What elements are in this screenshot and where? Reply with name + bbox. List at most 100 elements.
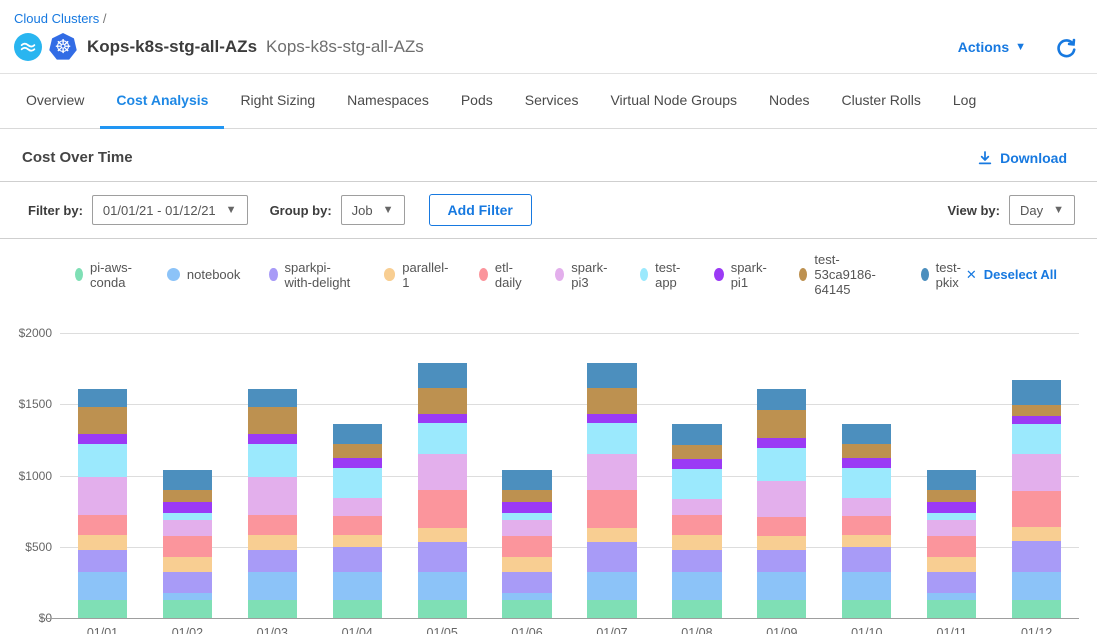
- bar-segment-sparkpi-with-delight[interactable]: [418, 542, 467, 572]
- bar-segment-sparkpi-with-delight[interactable]: [502, 572, 551, 593]
- bar-segment-etl-daily[interactable]: [333, 516, 382, 535]
- bar-segment-spark-pi3[interactable]: [757, 481, 806, 517]
- bar-segment-test-pkix[interactable]: [333, 424, 382, 444]
- stacked-bar-01/01[interactable]: [78, 389, 127, 618]
- bar-segment-spark-pi1[interactable]: [418, 414, 467, 423]
- bar-segment-test-app[interactable]: [502, 513, 551, 521]
- tab-pods[interactable]: Pods: [445, 74, 509, 129]
- bar-segment-notebook[interactable]: [163, 593, 212, 600]
- bar-segment-pi-aws-conda[interactable]: [248, 600, 297, 618]
- bar-segment-spark-pi3[interactable]: [502, 520, 551, 536]
- bar-segment-spark-pi3[interactable]: [418, 454, 467, 490]
- stacked-bar-01/03[interactable]: [248, 389, 297, 618]
- bar-segment-test-app[interactable]: [248, 444, 297, 477]
- bar-segment-spark-pi1[interactable]: [163, 502, 212, 513]
- bar-segment-etl-daily[interactable]: [418, 490, 467, 527]
- bar-segment-spark-pi1[interactable]: [842, 458, 891, 467]
- bar-segment-test-app[interactable]: [927, 513, 976, 521]
- tab-namespaces[interactable]: Namespaces: [331, 74, 445, 129]
- tab-overview[interactable]: Overview: [10, 74, 100, 129]
- bar-segment-test-53ca9186-64145[interactable]: [842, 444, 891, 459]
- bar-segment-parallel-1[interactable]: [248, 535, 297, 551]
- bar-segment-parallel-1[interactable]: [333, 535, 382, 548]
- bar-segment-test-pkix[interactable]: [842, 424, 891, 444]
- bar-segment-etl-daily[interactable]: [502, 536, 551, 557]
- bar-segment-etl-daily[interactable]: [672, 515, 721, 534]
- bar-segment-test-53ca9186-64145[interactable]: [163, 490, 212, 502]
- breadcrumb-link-cloud-clusters[interactable]: Cloud Clusters: [14, 11, 99, 26]
- bar-segment-spark-pi1[interactable]: [78, 434, 127, 444]
- bar-segment-spark-pi3[interactable]: [927, 520, 976, 536]
- bar-segment-test-pkix[interactable]: [1012, 380, 1061, 405]
- date-range-select[interactable]: 01/01/21 - 01/12/21 ▼: [92, 195, 248, 225]
- tab-cluster-rolls[interactable]: Cluster Rolls: [826, 74, 937, 129]
- tab-virtual-node-groups[interactable]: Virtual Node Groups: [594, 74, 753, 129]
- bar-segment-pi-aws-conda[interactable]: [163, 600, 212, 618]
- bar-segment-test-app[interactable]: [78, 444, 127, 477]
- stacked-bar-01/04[interactable]: [333, 424, 382, 618]
- bar-segment-etl-daily[interactable]: [927, 536, 976, 557]
- bar-segment-etl-daily[interactable]: [757, 517, 806, 536]
- bar-segment-notebook[interactable]: [587, 572, 636, 601]
- bar-segment-sparkpi-with-delight[interactable]: [163, 572, 212, 593]
- bar-segment-parallel-1[interactable]: [672, 535, 721, 551]
- legend-item-pi-aws-conda[interactable]: pi-aws-conda: [75, 260, 138, 290]
- legend-item-test-app[interactable]: test-app: [640, 260, 685, 290]
- bar-segment-test-app[interactable]: [672, 469, 721, 499]
- bar-segment-pi-aws-conda[interactable]: [757, 600, 806, 618]
- bar-segment-parallel-1[interactable]: [757, 536, 806, 550]
- stacked-bar-01/10[interactable]: [842, 424, 891, 618]
- bar-segment-spark-pi3[interactable]: [842, 498, 891, 517]
- bar-segment-spark-pi3[interactable]: [672, 499, 721, 515]
- bar-segment-test-pkix[interactable]: [757, 389, 806, 410]
- bar-segment-test-app[interactable]: [842, 468, 891, 498]
- bar-segment-sparkpi-with-delight[interactable]: [1012, 541, 1061, 572]
- legend-item-test-53ca9186-64145[interactable]: test-53ca9186-64145: [799, 252, 891, 297]
- legend-item-sparkpi-with-delight[interactable]: sparkpi-with-delight: [269, 260, 354, 290]
- bar-segment-parallel-1[interactable]: [78, 535, 127, 551]
- tab-services[interactable]: Services: [509, 74, 595, 129]
- bar-segment-test-app[interactable]: [333, 468, 382, 498]
- bar-segment-etl-daily[interactable]: [587, 490, 636, 527]
- add-filter-button[interactable]: Add Filter: [429, 194, 532, 226]
- bar-segment-etl-daily[interactable]: [78, 515, 127, 535]
- bar-segment-spark-pi3[interactable]: [333, 498, 382, 517]
- bar-segment-spark-pi3[interactable]: [587, 454, 636, 490]
- bar-segment-test-53ca9186-64145[interactable]: [757, 410, 806, 439]
- bar-segment-test-53ca9186-64145[interactable]: [1012, 405, 1061, 416]
- bar-segment-spark-pi3[interactable]: [248, 477, 297, 515]
- bar-segment-spark-pi1[interactable]: [333, 458, 382, 467]
- bar-segment-notebook[interactable]: [333, 572, 382, 601]
- stacked-bar-01/07[interactable]: [587, 363, 636, 618]
- bar-segment-notebook[interactable]: [248, 572, 297, 601]
- bar-segment-pi-aws-conda[interactable]: [927, 600, 976, 618]
- bar-segment-etl-daily[interactable]: [248, 515, 297, 535]
- actions-button[interactable]: Actions ▼: [958, 39, 1026, 55]
- bar-segment-test-pkix[interactable]: [502, 470, 551, 490]
- bar-segment-sparkpi-with-delight[interactable]: [757, 550, 806, 571]
- bar-segment-notebook[interactable]: [1012, 572, 1061, 601]
- bar-segment-pi-aws-conda[interactable]: [587, 600, 636, 618]
- bar-segment-test-53ca9186-64145[interactable]: [502, 490, 551, 502]
- legend-item-spark-pi3[interactable]: spark-pi3: [555, 260, 611, 290]
- bar-segment-spark-pi1[interactable]: [502, 502, 551, 513]
- legend-item-spark-pi1[interactable]: spark-pi1: [714, 260, 770, 290]
- stacked-bar-01/09[interactable]: [757, 389, 806, 618]
- bar-segment-sparkpi-with-delight[interactable]: [927, 572, 976, 593]
- bar-segment-test-53ca9186-64145[interactable]: [672, 445, 721, 459]
- bar-segment-etl-daily[interactable]: [842, 516, 891, 535]
- bar-segment-spark-pi3[interactable]: [78, 477, 127, 515]
- bar-segment-parallel-1[interactable]: [502, 557, 551, 572]
- bar-segment-spark-pi1[interactable]: [672, 459, 721, 469]
- bar-segment-test-53ca9186-64145[interactable]: [78, 407, 127, 434]
- bar-segment-parallel-1[interactable]: [418, 528, 467, 542]
- bar-segment-test-pkix[interactable]: [163, 470, 212, 490]
- legend-item-test-pkix[interactable]: test-pkix: [921, 260, 966, 290]
- stacked-bar-01/12[interactable]: [1012, 380, 1061, 618]
- group-by-select[interactable]: Job ▼: [341, 195, 405, 225]
- bar-segment-sparkpi-with-delight[interactable]: [333, 547, 382, 571]
- bar-segment-test-53ca9186-64145[interactable]: [418, 388, 467, 414]
- bar-segment-test-53ca9186-64145[interactable]: [333, 444, 382, 459]
- bar-segment-spark-pi1[interactable]: [757, 438, 806, 448]
- deselect-all-button[interactable]: ✕ Deselect All: [966, 267, 1057, 283]
